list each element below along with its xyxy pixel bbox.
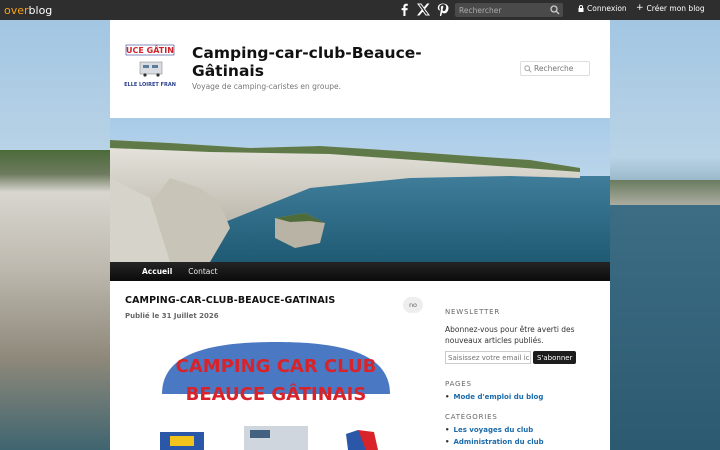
pages-title: Pages (445, 380, 472, 388)
pages-list: Mode d'emploi du blog (445, 393, 595, 401)
site-header: UCE GÂTIN ELLE LOIRET FRAN Camping-car-c… (110, 20, 610, 118)
logo-over-text: over (4, 3, 29, 17)
logo-blog-text: blog (28, 3, 53, 17)
newsletter-title: Newsletter (445, 308, 501, 316)
lock-icon (578, 5, 584, 12)
login-link[interactable]: Connexion (578, 4, 627, 13)
search-icon (524, 64, 532, 73)
newsletter-email-input[interactable] (445, 351, 531, 364)
main-nav: Accueil Contact (110, 262, 610, 281)
subscribe-button[interactable]: S'abonner (533, 351, 577, 364)
background-sea-right (610, 205, 720, 450)
categories-title: Catégories (445, 413, 498, 421)
top-search-input[interactable] (455, 5, 545, 15)
search-icon[interactable] (550, 5, 560, 15)
pages-item[interactable]: Mode d'emploi du blog (445, 393, 595, 401)
post-image-line2: BEAUCE GÂTINAIS (186, 383, 367, 405)
nav-item-accueil[interactable]: Accueil (142, 267, 172, 276)
top-search-box (455, 3, 563, 17)
post-content: CAMPING-CAR-CLUB-BEAUCE-GATINAIS Publié … (125, 295, 425, 320)
logo-top-text: UCE GÂTIN (126, 44, 174, 55)
post-image[interactable]: CAMPING CAR CLUB BEAUCE GÂTINAIS (148, 334, 404, 450)
plus-icon: + (636, 3, 644, 13)
post-image-line1: CAMPING CAR CLUB (176, 356, 377, 377)
social-links (398, 3, 449, 16)
header-search-box (520, 61, 590, 76)
header-banner-image (110, 118, 610, 262)
category-item[interactable]: Administration du club (445, 438, 595, 446)
background-cliff-left (0, 150, 112, 450)
post-title[interactable]: CAMPING-CAR-CLUB-BEAUCE-GATINAIS (125, 295, 425, 306)
pinterest-icon[interactable] (436, 3, 449, 16)
facebook-icon[interactable] (398, 3, 411, 16)
post-date: Publié le 31 Juillet 2026 (125, 312, 219, 320)
logo-bottom-text: ELLE LOIRET FRAN (124, 82, 176, 88)
x-icon[interactable] (417, 3, 430, 16)
overblog-logo[interactable]: overblog (4, 4, 52, 17)
site-title[interactable]: Camping-car-club-Beauce-Gâtinais (192, 44, 442, 80)
nav-item-contact[interactable]: Contact (188, 267, 217, 276)
site-logo[interactable]: UCE GÂTIN ELLE LOIRET FRAN (124, 42, 176, 92)
blog-page: UCE GÂTIN ELLE LOIRET FRAN Camping-car-c… (110, 20, 610, 450)
comments-bubble[interactable]: no (403, 297, 423, 313)
create-blog-label: Créer mon blog (646, 4, 705, 13)
create-blog-link[interactable]: + Créer mon blog (636, 3, 705, 14)
newsletter-form: S'abonner (445, 351, 595, 364)
sidebar: Newsletter Abonnez-vous pour être averti… (445, 308, 595, 450)
header-search-input[interactable] (532, 64, 587, 73)
login-label: Connexion (587, 4, 627, 13)
newsletter-text: Abonnez-vous pour être averti des nouvea… (445, 325, 575, 345)
category-item[interactable]: Les voyages du club (445, 426, 595, 434)
site-description: Voyage de camping-caristes en groupe. (192, 82, 341, 91)
overblog-topbar: overblog Connexion + Créer mon blog (0, 0, 720, 20)
categories-list: Les voyages du club Administration du cl… (445, 426, 595, 446)
